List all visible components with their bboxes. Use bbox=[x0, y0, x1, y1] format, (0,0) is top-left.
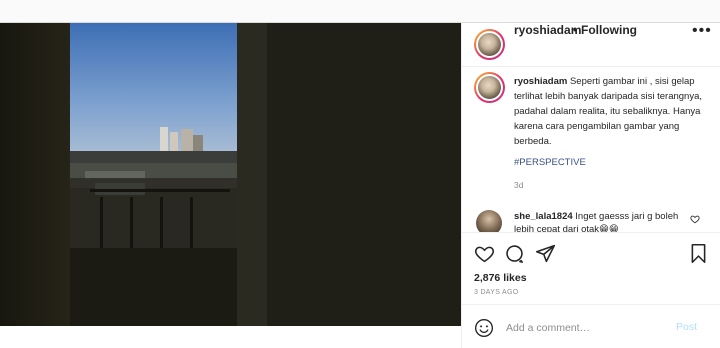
following-button[interactable]: Following bbox=[581, 23, 637, 37]
share-icon[interactable] bbox=[535, 243, 556, 264]
post-side-panel: ryoshiadam • Following ••• ryoshiadam Se… bbox=[461, 23, 720, 348]
add-comment-input[interactable] bbox=[506, 319, 666, 337]
comment-icon[interactable] bbox=[504, 243, 525, 264]
comment-like-icon[interactable] bbox=[690, 214, 700, 224]
city-window-photo bbox=[0, 23, 461, 326]
comment-item: she_lala1824 Inget gaesss jari g boleh l… bbox=[514, 210, 689, 232]
post-comment-button[interactable]: Post bbox=[676, 321, 697, 333]
add-comment-bar: Post bbox=[462, 304, 720, 348]
comment-username[interactable]: she_lala1824 bbox=[514, 211, 573, 222]
comment-avatar[interactable] bbox=[476, 210, 502, 232]
separator-dot: • bbox=[573, 23, 578, 37]
comments-section: ryoshiadam Seperti gambar ini , sisi gel… bbox=[462, 67, 720, 232]
post-dialog: ryoshiadam • Following ••• ryoshiadam Se… bbox=[0, 22, 720, 348]
author-avatar[interactable] bbox=[474, 29, 505, 60]
emoji-icon[interactable] bbox=[474, 318, 494, 338]
action-bar bbox=[462, 232, 720, 272]
caption-username[interactable]: ryoshiadam bbox=[514, 76, 567, 87]
author-username[interactable]: ryoshiadam bbox=[514, 23, 581, 37]
likes-count[interactable]: 2,876 likes bbox=[474, 272, 527, 284]
post-caption: ryoshiadam Seperti gambar ini , sisi gel… bbox=[514, 74, 714, 149]
caption-avatar[interactable] bbox=[474, 72, 505, 103]
caption-hashtag[interactable]: #PERSPECTIVE bbox=[514, 157, 586, 168]
more-icon[interactable]: ••• bbox=[692, 23, 711, 39]
post-date: 3 DAYS AGO bbox=[474, 289, 519, 296]
post-header: ryoshiadam • Following ••• bbox=[462, 23, 720, 67]
post-photo[interactable] bbox=[0, 23, 461, 326]
caption-time: 3d bbox=[514, 180, 524, 190]
heart-icon[interactable] bbox=[474, 243, 495, 264]
bookmark-icon[interactable] bbox=[688, 243, 709, 264]
